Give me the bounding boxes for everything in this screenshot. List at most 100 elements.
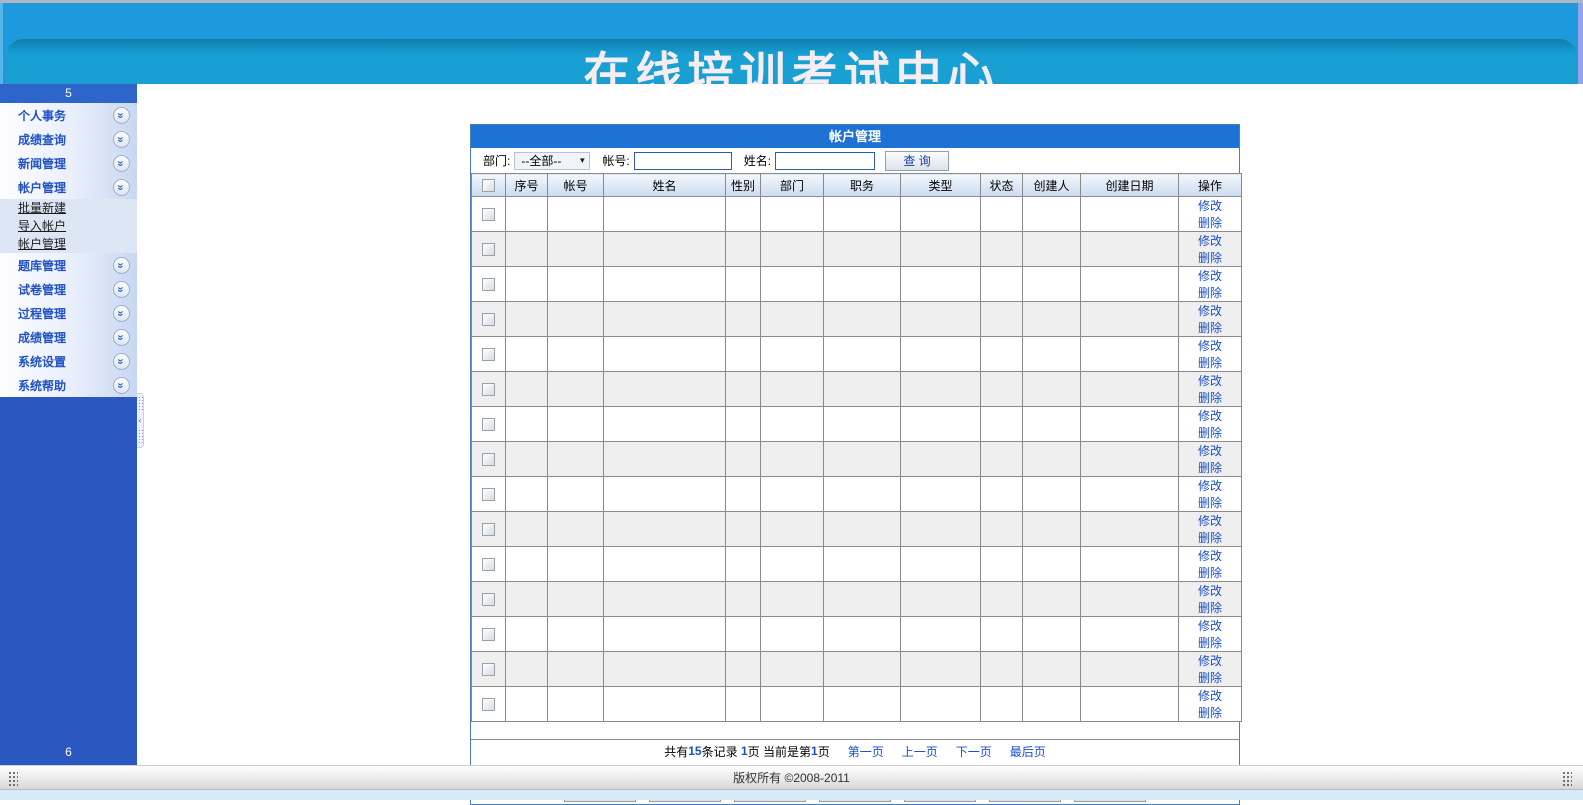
row-action-修改[interactable]: 修改 — [1198, 234, 1222, 248]
pagination-link-下一页[interactable]: 下一页 — [956, 743, 992, 760]
row-checkbox-cell — [471, 581, 506, 617]
row-action-修改[interactable]: 修改 — [1198, 689, 1222, 703]
table-bottom-gap — [471, 722, 1239, 740]
row-checkbox[interactable] — [482, 558, 495, 572]
sidebar: 5 个人事务 «成绩查询 «新闻管理 «帐户管理 «批量新建 导入帐户 帐户管理 题库管理 «试… — [0, 84, 137, 765]
row-action-删除[interactable]: 删除 — [1198, 461, 1222, 475]
row-action-删除[interactable]: 删除 — [1198, 426, 1222, 440]
chevron-double-down-icon[interactable]: « — [113, 178, 130, 196]
sidebar-item-帐户管理[interactable]: 帐户管理 « — [0, 175, 137, 199]
row-checkbox[interactable] — [482, 628, 495, 642]
sidebar-collapse-handle[interactable]: ‹ — [137, 393, 144, 448]
chevron-double-down-icon[interactable]: « — [113, 154, 130, 172]
department-label: 部门: — [483, 154, 511, 168]
empty-cell — [547, 441, 604, 477]
pagination-text: 页 — [747, 744, 763, 759]
sidebar-subitem-帐户管理[interactable]: 帐户管理 — [0, 235, 137, 253]
row-checkbox[interactable] — [482, 488, 495, 502]
chevron-double-down-icon[interactable]: « — [113, 328, 130, 346]
row-checkbox[interactable] — [482, 418, 495, 432]
row-action-修改[interactable]: 修改 — [1198, 654, 1222, 668]
empty-cell — [1022, 511, 1081, 547]
empty-cell — [980, 371, 1023, 407]
sidebar-item-题库管理[interactable]: 题库管理 « — [0, 253, 137, 277]
pagination-link-第一页[interactable]: 第一页 — [848, 743, 884, 760]
row-action-修改[interactable]: 修改 — [1198, 444, 1222, 458]
row-action-删除[interactable]: 删除 — [1198, 321, 1222, 335]
header-checkbox-cell — [471, 173, 506, 197]
sidebar-item-系统设置[interactable]: 系统设置 « — [0, 349, 137, 373]
row-action-修改[interactable]: 修改 — [1198, 549, 1222, 563]
search-button[interactable]: 查 询 — [885, 150, 950, 171]
row-action-修改[interactable]: 修改 — [1198, 514, 1222, 528]
chevron-double-down-icon[interactable]: « — [113, 106, 130, 124]
row-checkbox[interactable] — [482, 208, 495, 222]
sidebar-item-新闻管理[interactable]: 新闻管理 « — [0, 151, 137, 175]
row-action-删除[interactable]: 删除 — [1198, 251, 1222, 265]
empty-cell — [725, 686, 761, 722]
pagination-link-最后页[interactable]: 最后页 — [1010, 743, 1046, 760]
row-action-删除[interactable]: 删除 — [1198, 531, 1222, 545]
row-action-修改[interactable]: 修改 — [1198, 479, 1222, 493]
table-row: 修改删除 — [471, 546, 1242, 582]
row-checkbox[interactable] — [482, 523, 495, 537]
row-action-删除[interactable]: 删除 — [1198, 391, 1222, 405]
sidebar-item-试卷管理[interactable]: 试卷管理 « — [0, 277, 137, 301]
row-checkbox[interactable] — [482, 313, 495, 327]
row-checkbox[interactable] — [482, 698, 495, 712]
chevron-double-down-icon[interactable]: « — [113, 280, 130, 298]
row-action-删除[interactable]: 删除 — [1198, 496, 1222, 510]
account-input[interactable] — [633, 151, 732, 170]
row-action-修改[interactable]: 修改 — [1198, 584, 1222, 598]
table-row: 修改删除 — [471, 441, 1242, 477]
select-all-checkbox[interactable] — [482, 179, 495, 193]
empty-cell — [1022, 371, 1081, 407]
row-action-修改[interactable]: 修改 — [1198, 269, 1222, 283]
row-action-删除[interactable]: 删除 — [1198, 356, 1222, 370]
account-management-panel: 帐户管理 部门: --全部-- ▼ 帐号: 姓名: 查 询 序号 帐号 姓名 性别 部门… — [470, 124, 1242, 805]
sidebar-item-过程管理[interactable]: 过程管理 « — [0, 301, 137, 325]
sidebar-item-成绩管理[interactable]: 成绩管理 « — [0, 325, 137, 349]
row-action-删除[interactable]: 删除 — [1198, 671, 1222, 685]
row-action-删除[interactable]: 删除 — [1198, 566, 1222, 580]
empty-cell — [505, 336, 548, 372]
sidebar-item-成绩查询[interactable]: 成绩查询 « — [0, 127, 137, 151]
pagination-link-上一页[interactable]: 上一页 — [902, 743, 938, 760]
row-checkbox[interactable] — [482, 383, 495, 397]
chevron-double-down-icon[interactable]: « — [113, 352, 130, 370]
row-action-修改[interactable]: 修改 — [1198, 304, 1222, 318]
row-action-修改[interactable]: 修改 — [1198, 374, 1222, 388]
row-checkbox[interactable] — [482, 453, 495, 467]
column-header-创建日期: 创建日期 — [1080, 173, 1179, 197]
row-checkbox[interactable] — [482, 243, 495, 257]
pagination-text: 页 — [817, 744, 830, 759]
chevron-double-down-icon[interactable]: « — [113, 256, 130, 274]
row-checkbox[interactable] — [482, 593, 495, 607]
row-action-删除[interactable]: 删除 — [1198, 601, 1222, 615]
row-action-删除[interactable]: 删除 — [1198, 636, 1222, 650]
row-action-删除[interactable]: 删除 — [1198, 286, 1222, 300]
column-header-序号: 序号 — [505, 173, 548, 197]
row-checkbox[interactable] — [482, 278, 495, 292]
department-select[interactable]: --全部-- ▼ — [514, 151, 591, 170]
name-input[interactable] — [775, 151, 876, 170]
row-action-删除[interactable]: 删除 — [1198, 706, 1222, 720]
row-checkbox[interactable] — [482, 348, 495, 362]
empty-cell — [1080, 546, 1179, 582]
chevron-double-down-icon[interactable]: « — [113, 376, 130, 394]
chevron-double-down-icon[interactable]: « — [113, 130, 130, 148]
sidebar-item-系统帮助[interactable]: 系统帮助 « — [0, 373, 137, 397]
row-action-修改[interactable]: 修改 — [1198, 339, 1222, 353]
row-checkbox[interactable] — [482, 663, 495, 677]
sidebar-item-个人事务[interactable]: 个人事务 « — [0, 103, 137, 127]
row-action-修改[interactable]: 修改 — [1198, 619, 1222, 633]
sidebar-subitem-批量新建[interactable]: 批量新建 — [0, 199, 137, 217]
row-action-删除[interactable]: 删除 — [1198, 216, 1222, 230]
grip-dots-icon[interactable] — [1562, 771, 1572, 787]
empty-cell — [1080, 651, 1179, 687]
row-action-修改[interactable]: 修改 — [1198, 409, 1222, 423]
chevron-double-down-icon[interactable]: « — [113, 304, 130, 322]
empty-cell — [725, 616, 761, 652]
sidebar-subitem-导入帐户[interactable]: 导入帐户 — [0, 217, 137, 235]
row-action-修改[interactable]: 修改 — [1198, 199, 1222, 213]
